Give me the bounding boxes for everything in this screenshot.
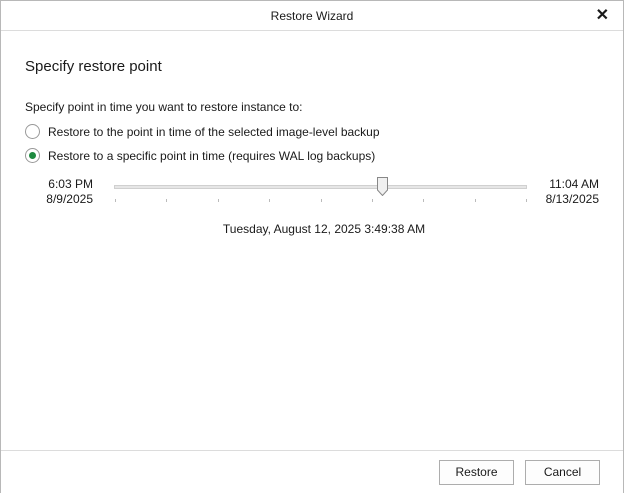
radio-label: Restore to a specific point in time (req… <box>48 148 376 163</box>
radio-specific-point[interactable]: Restore to a specific point in time (req… <box>25 148 375 163</box>
prompt-label: Specify point in time you want to restor… <box>25 100 303 114</box>
window-title: Restore Wizard <box>270 9 354 23</box>
start-time: 6:03 PM <box>48 177 93 191</box>
slider-tick <box>269 199 271 202</box>
slider-tick <box>320 199 322 202</box>
radio-circle[interactable] <box>25 124 40 139</box>
slider-end-label: 11:04 AM 8/13/2025 <box>531 177 599 207</box>
slider-tick <box>115 199 116 202</box>
start-date: 8/9/2025 <box>46 192 93 206</box>
restore-button[interactable]: Restore <box>439 460 514 485</box>
slider-tick <box>166 199 168 202</box>
slider-start-label: 6:03 PM 8/9/2025 <box>31 177 93 207</box>
slider-tick <box>474 199 476 202</box>
radio-image-level-backup[interactable]: Restore to the point in time of the sele… <box>25 124 380 139</box>
end-date: 8/13/2025 <box>545 192 599 206</box>
slider-tick <box>217 199 219 202</box>
time-slider-thumb[interactable] <box>377 177 389 196</box>
page-title: Specify restore point <box>25 58 162 75</box>
close-icon[interactable]: ✕ <box>596 1 609 31</box>
cancel-button[interactable]: Cancel <box>525 460 600 485</box>
time-slider-track[interactable] <box>114 185 527 189</box>
title-bar: Restore Wizard ✕ <box>1 1 623 31</box>
slider-tick <box>423 199 425 202</box>
end-time: 11:04 AM <box>549 177 599 191</box>
slider-tick <box>526 199 527 202</box>
selected-time: Tuesday, August 12, 2025 3:49:38 AM <box>222 222 426 236</box>
restore-wizard-window: Restore Wizard ✕ Specify restore point S… <box>0 0 624 493</box>
slider-tick <box>371 199 373 202</box>
radio-circle[interactable] <box>25 148 40 163</box>
radio-label: Restore to the point in time of the sele… <box>48 124 380 139</box>
